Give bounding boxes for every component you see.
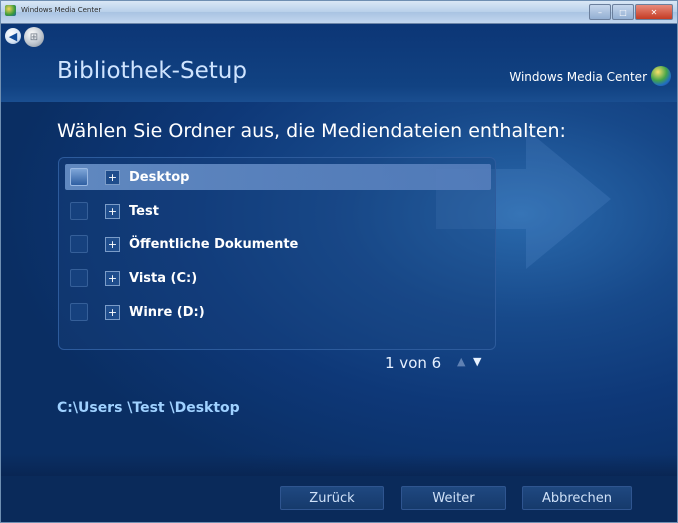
title-bar: Windows Media Center – □ ✕ [1,1,677,24]
folder-label: Öffentliche Dokumente [129,236,299,252]
list-item[interactable]: + Öffentliche Dokumente [65,231,491,257]
list-item[interactable]: + Test [65,198,491,224]
page-indicator: 1 von 6 [385,354,442,372]
folder-label: Desktop [129,169,190,185]
expand-plus-icon[interactable]: + [105,169,120,185]
chevron-down-icon[interactable]: ▼ [473,355,481,368]
cancel-button[interactable]: Abbrechen [522,486,632,510]
expand-plus-icon[interactable]: + [105,236,120,252]
folder-label: Test [129,203,159,219]
maximize-button[interactable]: □ [612,4,634,20]
media-center-content: ◀ ⊞ Bibliothek-Setup Windows Media Cente… [1,24,677,522]
folder-checkbox[interactable] [70,269,88,287]
windows-start-icon[interactable]: ⊞ [24,27,44,47]
expand-plus-icon[interactable]: + [105,304,120,320]
expand-plus-icon[interactable]: + [105,270,120,286]
minimize-button[interactable]: – [589,4,611,20]
windows-media-center-logo-icon [651,66,671,86]
footer-divider [1,454,677,476]
window-title: Windows Media Center [21,6,102,14]
next-button[interactable]: Weiter [401,486,506,510]
expand-plus-icon[interactable]: + [105,203,120,219]
folder-checkbox[interactable] [70,202,88,220]
list-item[interactable]: + Desktop [65,164,491,190]
folder-checkbox[interactable] [70,303,88,321]
selected-path: C:\Users \Test \Desktop [57,400,240,416]
folder-list: + Desktop + Test + Öffentliche Dokumente… [58,157,496,350]
list-item[interactable]: + Vista (C:) [65,265,491,291]
instruction-heading: Wählen Sie Ordner aus, die Mediendateien… [57,120,566,142]
chevron-up-icon[interactable]: ▲ [457,355,465,368]
brand-label: Windows Media Center [509,70,647,84]
folder-checkbox[interactable] [70,168,88,186]
window-controls: – □ ✕ [588,4,673,20]
back-button[interactable]: Zurück [280,486,384,510]
folder-label: Winre (D:) [129,304,205,320]
close-button[interactable]: ✕ [635,4,673,20]
app-icon [5,5,16,16]
folder-label: Vista (C:) [129,270,198,286]
folder-checkbox[interactable] [70,235,88,253]
list-item[interactable]: + Winre (D:) [65,299,491,325]
page-title: Bibliothek-Setup [57,58,247,84]
app-window: Windows Media Center – □ ✕ ◀ ⊞ Bibliothe… [0,0,678,523]
back-arrow-icon[interactable]: ◀ [5,28,21,44]
